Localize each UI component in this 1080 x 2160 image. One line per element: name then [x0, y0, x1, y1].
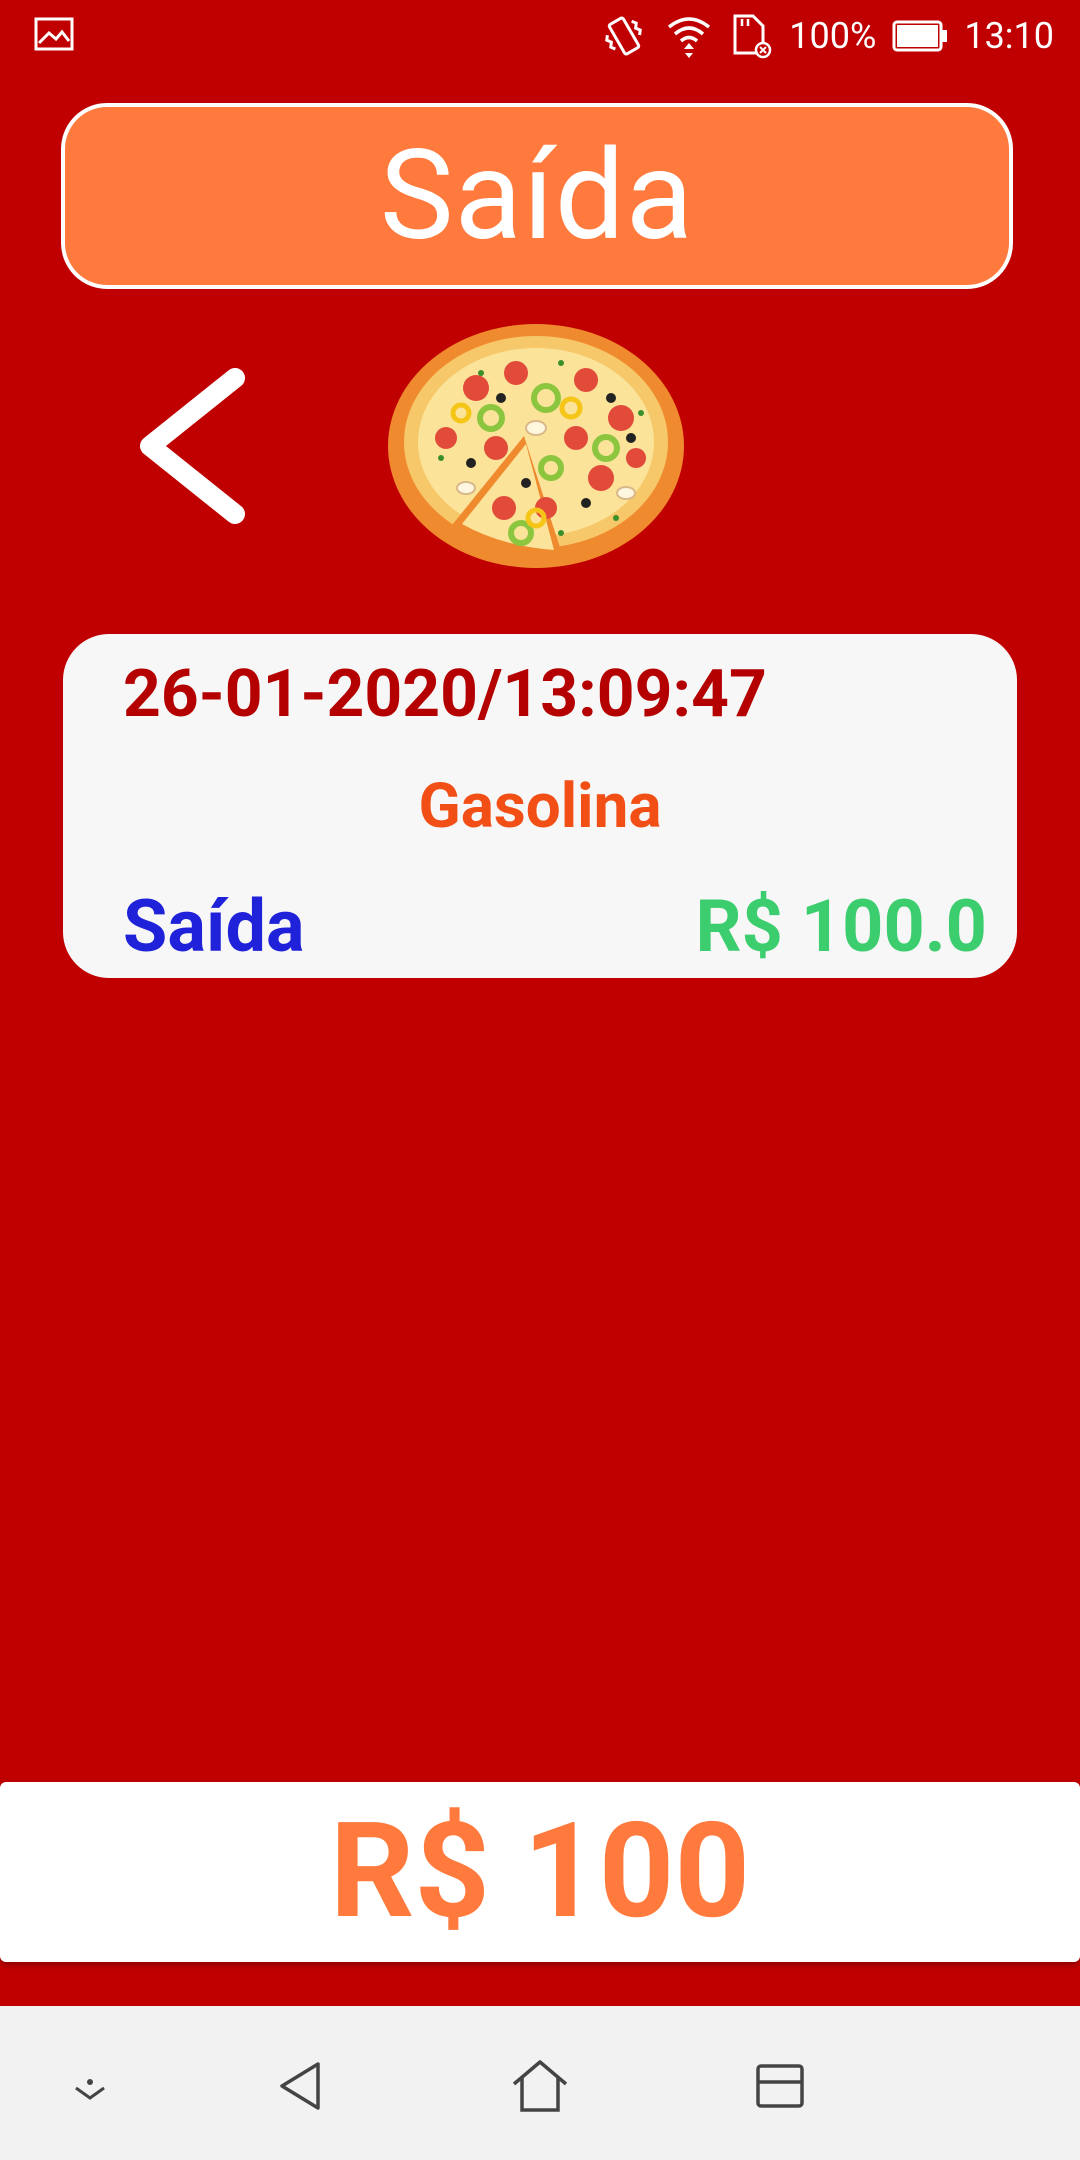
- battery-icon: [892, 20, 948, 52]
- nav-down-icon: [75, 2079, 105, 2100]
- entry-type: Saída: [123, 884, 305, 969]
- nav-home-button[interactable]: [500, 2046, 580, 2126]
- total-amount: R$ 100: [329, 1795, 751, 1949]
- entry-amount: R$ 100.0: [695, 884, 987, 969]
- status-bar: 100% 13:10: [0, 0, 1080, 72]
- back-chevron-icon[interactable]: [135, 366, 255, 526]
- battery-percent: 100%: [789, 15, 877, 57]
- entry-datetime: 26-01-2020/13:09:47: [123, 656, 767, 733]
- gallery-icon: [34, 17, 74, 51]
- nav-home-icon: [512, 2060, 568, 2112]
- nav-back-icon: [280, 2062, 320, 2110]
- entry-category: Gasolina: [418, 770, 662, 843]
- total-bar: R$ 100: [0, 1782, 1080, 1962]
- system-nav-bar: [0, 2006, 1080, 2160]
- nav-down-button[interactable]: [50, 2046, 130, 2126]
- clock: 13:10: [964, 15, 1054, 57]
- page-title-banner: Saída: [61, 103, 1013, 289]
- wifi-icon: [668, 17, 711, 58]
- nav-recents-icon: [756, 2064, 804, 2108]
- entry-card[interactable]: 26-01-2020/13:09:47 Gasolina Saída R$ 10…: [63, 634, 1017, 978]
- sd-card-icon: [733, 14, 772, 59]
- page-title: Saída: [379, 123, 695, 269]
- nav-recents-button[interactable]: [740, 2046, 820, 2126]
- nav-back-button[interactable]: [260, 2046, 340, 2126]
- status-icons: 100% 13:10: [599, 10, 1054, 62]
- pizza-logo-icon: [388, 324, 684, 568]
- vibrate-icon: [605, 16, 643, 56]
